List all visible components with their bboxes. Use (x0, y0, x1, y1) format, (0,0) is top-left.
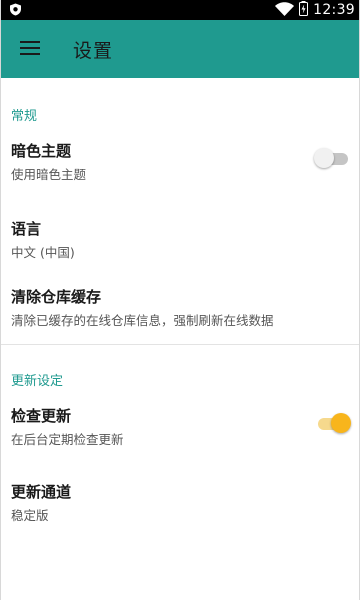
pref-check-updates[interactable]: 检查更新 在后台定期检查更新 (1, 401, 359, 471)
pref-clear-repo-cache[interactable]: 清除仓库缓存 清除已缓存的在线仓库信息，强制刷新在线数据 (1, 276, 359, 344)
battery-icon (299, 0, 309, 20)
pref-summary: 使用暗色主题 (11, 167, 87, 182)
status-right: 12:39 (275, 0, 355, 20)
pref-title: 更新通道 (11, 483, 72, 501)
switch-thumb (331, 413, 351, 433)
check-updates-switch[interactable] (316, 413, 351, 433)
dark-theme-switch[interactable] (314, 148, 350, 168)
pref-language[interactable]: 语言 中文 (中国) (1, 206, 359, 276)
switch-thumb (314, 148, 334, 168)
pref-title: 检查更新 (11, 407, 72, 425)
app-window: 12:39 设置 常规 暗色主题 使用暗色主题 语言 中文 (中国) 清除仓库缓… (0, 0, 360, 600)
wifi-icon (275, 1, 295, 20)
app-notification-icon (9, 1, 22, 20)
app-toolbar: 设置 (1, 20, 359, 78)
section-header-general: 常规 (11, 108, 38, 124)
pref-summary: 清除已缓存的在线仓库信息，强制刷新在线数据 (11, 313, 274, 328)
pref-summary: 中文 (中国) (11, 245, 75, 260)
status-time: 12:39 (313, 2, 355, 18)
pref-title: 语言 (11, 220, 42, 238)
settings-list: 常规 暗色主题 使用暗色主题 语言 中文 (中国) 清除仓库缓存 清除已缓存的在… (1, 78, 359, 525)
pref-summary: 在后台定期检查更新 (11, 432, 124, 447)
page-title: 设置 (73, 39, 114, 62)
status-left (9, 1, 22, 20)
section-divider (1, 344, 359, 345)
section-header-updates: 更新设定 (11, 373, 64, 389)
status-bar: 12:39 (1, 0, 359, 20)
pref-title: 暗色主题 (11, 142, 72, 160)
pref-summary: 稳定版 (11, 508, 49, 523)
bottom-blank-area (1, 525, 359, 600)
menu-button[interactable] (1, 20, 59, 78)
pref-update-channel[interactable]: 更新通道 稳定版 (1, 471, 359, 525)
pref-title: 清除仓库缓存 (11, 288, 102, 306)
hamburger-menu-icon (20, 40, 40, 59)
pref-dark-theme[interactable]: 暗色主题 使用暗色主题 (1, 136, 359, 206)
